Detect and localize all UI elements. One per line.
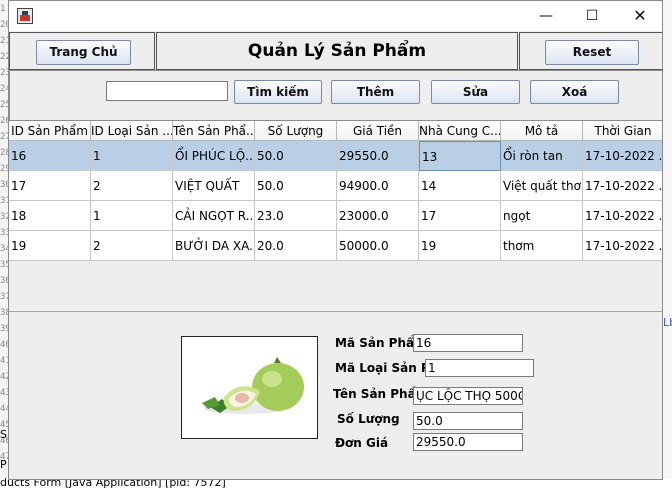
price-field[interactable]: 29550.0	[413, 433, 523, 451]
product-image	[181, 336, 318, 439]
table-cell[interactable]: thơm	[501, 231, 583, 261]
table-cell[interactable]: 14	[419, 171, 501, 201]
table-cell[interactable]: 1	[91, 201, 173, 231]
table-cell[interactable]: 17-10-2022 ...	[583, 201, 662, 231]
table-header-row: ID Sản Phẩm ID Loại Sản ... Tên Sản Phẩ...…	[9, 121, 662, 141]
product-name-field[interactable]: ỤC LỘC THỌ 500G	[413, 387, 523, 405]
table-cell[interactable]: 19	[419, 231, 501, 261]
table-cell[interactable]: CẢI NGỌT R...	[173, 201, 255, 231]
guava-image	[202, 357, 304, 414]
search-button[interactable]: Tìm kiếm	[234, 80, 322, 104]
close-button[interactable]: ✕	[617, 1, 662, 31]
column-header[interactable]: Thời Gian	[583, 121, 662, 141]
table-cell[interactable]: 17-10-2022 ...	[583, 171, 662, 201]
reset-button[interactable]: Reset	[545, 40, 639, 65]
table-row[interactable]: 172VIỆT QUẤT50.094900.014Việt quất thơ..…	[9, 171, 662, 201]
table-cell[interactable]: 50000.0	[337, 231, 419, 261]
table-cell[interactable]: 19	[9, 231, 91, 261]
table-cell[interactable]: 29550.0	[337, 141, 419, 171]
background-link-text: Lb	[663, 316, 672, 329]
search-input[interactable]	[106, 81, 228, 101]
table-cell[interactable]: BƯỞI DA XA...	[173, 231, 255, 261]
quantity-label: Số Lượng	[337, 412, 400, 426]
column-header[interactable]: Nhà Cung C...	[419, 121, 501, 141]
product-id-field[interactable]: 16	[413, 334, 523, 352]
title-panel: Quản Lý Sản Phẩm	[156, 32, 518, 70]
table-cell[interactable]: 2	[91, 231, 173, 261]
table-cell[interactable]: 17	[9, 171, 91, 201]
table-row[interactable]: 18 1 CẢI NGỌT R... 23.0 23000.0 17 ngọt 17-10-2…	[9, 201, 662, 231]
edit-button[interactable]: Sửa	[431, 80, 520, 104]
column-header[interactable]: Giá Tiền	[337, 121, 419, 141]
price-label: Đơn Giá	[335, 436, 389, 450]
table-cell[interactable]: 1	[91, 141, 173, 171]
table-row[interactable]: 16 1 ỔI PHÚC LỘ... 50.0 29550.0 13 Ổi ròn tan 1…	[9, 141, 662, 171]
table-cell[interactable]: VIỆT QUẤT	[173, 171, 255, 201]
column-header[interactable]: ID Loại Sản ...	[91, 121, 173, 141]
delete-button[interactable]: Xoá	[530, 80, 619, 104]
table-cell[interactable]: 50.0	[255, 141, 337, 171]
table-cell[interactable]: 20.0	[255, 231, 337, 261]
quantity-field[interactable]: 50.0	[413, 412, 523, 430]
table-cell[interactable]: ngọt	[501, 201, 583, 231]
table-cell[interactable]: Ổi ròn tan	[501, 141, 583, 171]
column-header[interactable]: ID Sản Phẩm	[9, 121, 91, 141]
table-cell[interactable]: 17	[419, 201, 501, 231]
column-header[interactable]: Tên Sản Phẩ...	[173, 121, 255, 141]
table-cell[interactable]: Việt quất thơ...	[501, 171, 583, 201]
product-management-window: — ☐ ✕ Trang Chủ Quản Lý Sản Phẩm Reset T…	[8, 0, 663, 480]
table-cell[interactable]: ỔI PHÚC LỘ...	[173, 141, 255, 171]
maximize-button[interactable]: ☐	[569, 1, 615, 31]
table-cell[interactable]: 13	[419, 141, 501, 171]
product-table[interactable]: ID Sản Phẩm ID Loại Sản ... Tên Sản Phẩ...…	[9, 121, 662, 312]
table-cell[interactable]: 94900.0	[337, 171, 419, 201]
background-p-text: P	[0, 458, 7, 471]
category-id-field[interactable]: 1	[425, 359, 534, 377]
table-cell[interactable]: 18	[9, 201, 91, 231]
table-cell[interactable]: 23000.0	[337, 201, 419, 231]
table-cell[interactable]: 17-10-2022 ...	[583, 141, 662, 171]
add-button[interactable]: Thêm	[331, 80, 420, 104]
table-row[interactable]: 19 2 BƯỞI DA XA... 20.0 50000.0 19 thơm 17-10-2…	[9, 231, 662, 261]
background-editor-right	[663, 0, 672, 488]
column-header[interactable]: Mô tả	[501, 121, 583, 141]
table-cell[interactable]: 2	[91, 171, 173, 201]
background-s-text: S	[0, 428, 7, 441]
title-bar: — ☐ ✕	[9, 1, 662, 31]
java-app-icon	[17, 8, 33, 24]
table-cell[interactable]: 50.0	[255, 171, 337, 201]
table-divider	[9, 311, 662, 312]
page-title: Quản Lý Sản Phẩm	[247, 41, 427, 61]
minimize-button[interactable]: —	[523, 1, 569, 31]
home-button[interactable]: Trang Chủ	[36, 40, 131, 65]
table-cell[interactable]: 17-10-2022 ...	[583, 231, 662, 261]
table-cell[interactable]: 23.0	[255, 201, 337, 231]
table-cell[interactable]: 16	[9, 141, 91, 171]
column-header[interactable]: Số Lượng	[255, 121, 337, 141]
